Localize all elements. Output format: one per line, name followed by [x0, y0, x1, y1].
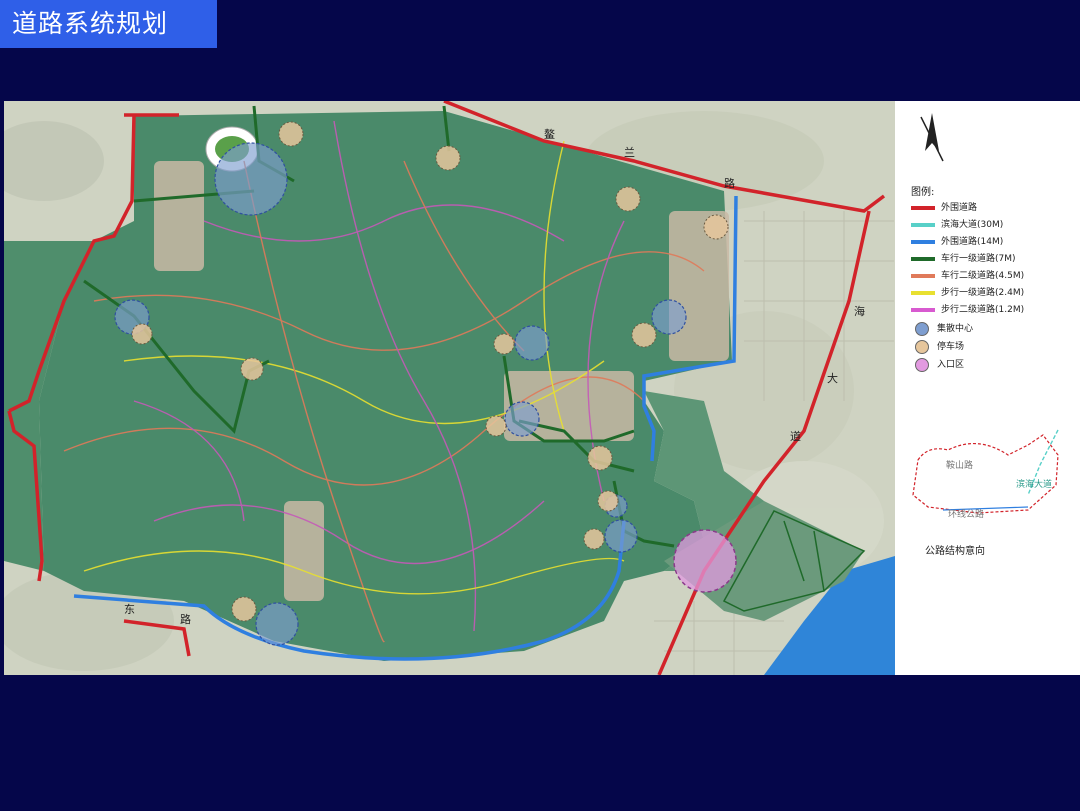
entrance-icon: [915, 357, 929, 372]
north-road-char-2: 兰: [624, 146, 635, 159]
legend-item-outer-road: 外围道路: [911, 200, 977, 214]
legend-item-primary-pedestrian: 步行一级道路(2.4M): [911, 285, 1024, 299]
inset-label-anshan-road: 鞍山路: [946, 459, 973, 471]
south-road-char-1: 东: [124, 603, 135, 616]
road-structure-inset: 鞍山路 滨海大道 环线公路: [908, 425, 1068, 525]
inset-map: 鞍山路 滨海大道 环线公路: [912, 429, 1059, 520]
distribution-center-south: [255, 602, 299, 646]
inset-label-coastal-avenue: 滨海大道: [1016, 478, 1052, 490]
north-road-char-1: 鳌: [544, 127, 555, 141]
legend-item-secondary-vehicle: 车行二级道路(4.5M): [911, 268, 1024, 282]
outer-road-swatch: [911, 205, 935, 210]
legend-title: 图例:: [911, 187, 935, 198]
legend-label: 停车场: [937, 342, 965, 352]
south-road-char-2: 路: [180, 613, 191, 626]
legend-label: 步行二级道路(1.2M): [941, 305, 1025, 315]
legend-item-primary-vehicle: 车行一级道路(7M): [911, 251, 1016, 265]
legend-label: 滨海大道(30M): [941, 220, 1004, 230]
distribution-center-valley: [504, 401, 540, 437]
distribution-center-southeast-2: [604, 519, 638, 553]
legend-item-perimeter-14m: 外围道路(14M): [911, 234, 1003, 248]
secondary-pedestrian-swatch: [911, 307, 935, 312]
perimeter-road-swatch: [911, 239, 935, 244]
primary-road-swatch: [911, 256, 935, 261]
east-road-char-1: 海: [854, 304, 865, 318]
distribution-center-icon: [915, 321, 929, 336]
inset-caption: 公路结构意向: [925, 546, 985, 557]
legend-label: 入口区: [937, 360, 965, 370]
legend-label: 集散中心: [937, 324, 974, 334]
distribution-center-central: [514, 325, 550, 361]
road-system-map: 鳌 兰 路 海 大 道 东 路: [4, 101, 895, 675]
legend-label: 步行一级道路(2.4M): [941, 288, 1025, 298]
legend-label: 车行二级道路(4.5M): [941, 271, 1025, 281]
distribution-center-north: [214, 142, 288, 216]
legend-label: 车行一级道路(7M): [941, 254, 1016, 264]
legend-item-distribution-center: 集散中心: [911, 321, 974, 336]
secondary-road-swatch: [911, 273, 935, 278]
east-road-char-3: 道: [790, 429, 801, 443]
legend-item-parking: 停车场: [911, 339, 965, 354]
legend-item-secondary-pedestrian: 步行二级道路(1.2M): [911, 302, 1024, 316]
legend-panel: 图例: 外围道路 滨海大道(30M) 外围道路(14M) 车行一级道路(7M) …: [895, 101, 1080, 675]
east-road-char-2: 大: [827, 371, 838, 385]
coastal-avenue-swatch: [911, 222, 935, 227]
legend-item-entrance: 入口区: [911, 357, 965, 372]
entrance-area: [673, 529, 737, 593]
parking-icon: [915, 339, 929, 354]
distribution-center-east: [651, 299, 687, 335]
north-road-char-3: 路: [724, 177, 735, 190]
inset-label-ring-road: 环线公路: [948, 508, 984, 520]
legend-item-coastal-avenue: 滨海大道(30M): [911, 217, 1003, 231]
legend-label: 外围道路: [941, 203, 978, 213]
legend-label: 外围道路(14M): [941, 237, 1004, 247]
north-arrow-icon: [920, 113, 944, 162]
page-title: 道路系统规划: [0, 0, 217, 48]
site-map: 鳌 兰 路 海 大 道 东 路: [4, 101, 895, 675]
primary-pedestrian-swatch: [911, 290, 935, 295]
